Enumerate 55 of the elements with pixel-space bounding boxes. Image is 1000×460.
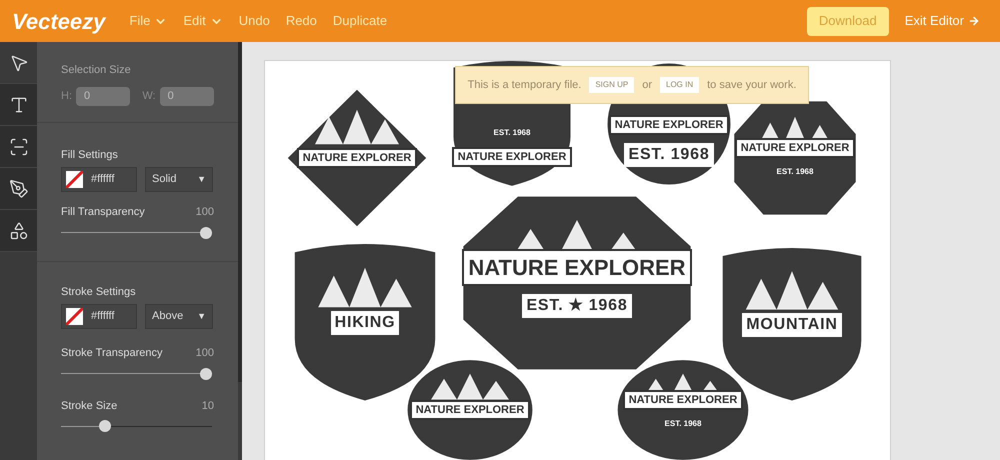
color-field[interactable]: #ffffff: [61, 304, 137, 329]
logo[interactable]: Vecteezy: [12, 4, 106, 38]
tool-button[interactable]: [0, 126, 37, 168]
arrow-right-icon: [968, 15, 980, 27]
badge-text: MOUNTAIN: [742, 313, 842, 337]
slider-label: Fill Transparency: [61, 205, 145, 220]
exit-editor-link[interactable]: Exit Editor: [904, 11, 980, 31]
badge-text: EST. ★ 1968: [522, 294, 632, 318]
slider[interactable]: [61, 366, 212, 382]
slider-value: 100: [196, 205, 214, 220]
download-button[interactable]: Download: [806, 6, 889, 36]
tool-button[interactable]: [0, 210, 37, 252]
badge-text: NATURE EXPLORER: [452, 146, 572, 167]
slider-label: Stroke Transparency: [61, 346, 162, 361]
pointer-icon: [8, 52, 28, 72]
menu-item[interactable]: Undo: [238, 11, 270, 31]
field-label: H:: [61, 88, 72, 104]
notice-text: to save your work.: [707, 78, 796, 93]
slider[interactable]: [61, 418, 212, 434]
shapes-icon: [8, 220, 28, 240]
log-in-button[interactable]: LOG IN: [660, 77, 700, 93]
section-title: Stroke Settings: [61, 284, 137, 300]
slider[interactable]: [61, 224, 212, 240]
width-field[interactable]: 0: [160, 86, 214, 106]
badge-text: NATURE EXPLORER: [622, 390, 744, 410]
badge-text: NATURE EXPLORER: [608, 114, 730, 135]
height-field[interactable]: 0: [76, 86, 130, 106]
tool-button[interactable]: [0, 168, 37, 210]
section-title: Fill Settings: [61, 148, 119, 162]
caret-icon: ▼: [197, 312, 206, 321]
menu-item[interactable]: Edit: [183, 11, 223, 31]
pen-nib-icon: [8, 178, 28, 198]
color-field[interactable]: #ffffff: [61, 167, 137, 192]
section-title: Selection Size: [61, 63, 132, 78]
menu-item[interactable]: File: [129, 11, 168, 31]
badge-text: NATURE EXPLORER: [734, 138, 856, 158]
badge-text: NATURE EXPLORER: [296, 148, 418, 168]
slider-value: 10: [202, 398, 214, 414]
tool-button[interactable]: [0, 84, 37, 126]
text-icon: [8, 94, 28, 114]
menu-item[interactable]: Duplicate: [332, 11, 388, 31]
notice-text: This is a temporary file.: [468, 78, 582, 93]
slider-label: Stroke Size: [61, 398, 118, 414]
slider-value: 100: [196, 346, 214, 361]
badge-text: NATURE EXPLORER: [462, 248, 692, 286]
dropdown[interactable]: Above ▼: [145, 304, 213, 329]
notice-text: or: [642, 78, 652, 93]
badge-text: HIKING: [330, 311, 400, 335]
sign-up-button[interactable]: SIGN UP: [589, 77, 634, 93]
dropdown[interactable]: Solid ▼: [145, 167, 213, 192]
menu-item[interactable]: Redo: [286, 11, 317, 31]
badge-text: NATURE EXPLORER: [410, 400, 530, 420]
badge-text: EST. 1968: [624, 143, 714, 167]
caret-icon: ▼: [197, 175, 206, 184]
field-label: W:: [142, 88, 156, 104]
